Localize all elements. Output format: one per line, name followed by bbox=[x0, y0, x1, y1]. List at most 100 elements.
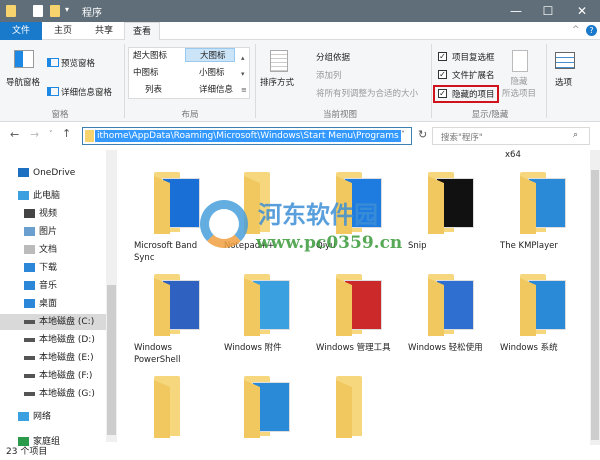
details-pane-button[interactable]: 详细信息窗格 bbox=[61, 86, 112, 98]
sidebar-item[interactable]: 本地磁盘 (D:) bbox=[24, 332, 95, 348]
folder-icon[interactable] bbox=[148, 272, 206, 336]
search-icon[interactable]: ⌕ bbox=[573, 130, 578, 140]
minimize-button[interactable]: — bbox=[500, 2, 532, 20]
sidebar-item[interactable]: 图片 bbox=[24, 224, 57, 240]
options-icon bbox=[555, 52, 575, 69]
gallery-scroll-icon[interactable]: ▴ ▾ ≡ bbox=[241, 50, 247, 98]
folder-icon[interactable] bbox=[238, 272, 296, 336]
sidebar-item[interactable]: 桌面 bbox=[24, 296, 57, 312]
preview-pane-icon bbox=[47, 58, 59, 67]
tab-file[interactable]: 文件 bbox=[0, 22, 42, 40]
group-by-button[interactable]: 分组依据 bbox=[304, 51, 350, 63]
help-icon[interactable]: ? bbox=[586, 25, 597, 36]
recent-locations-icon[interactable]: ˅ bbox=[49, 130, 53, 138]
hidden-items-checkbox[interactable]: ✓ bbox=[438, 89, 447, 98]
sidebar-item[interactable]: 本地磁盘 (C:) bbox=[0, 314, 106, 330]
folder-icon[interactable] bbox=[514, 272, 572, 336]
search-box[interactable]: 搜索"程序" ⌕ bbox=[432, 127, 590, 145]
folder-label[interactable]: The KMPlayer bbox=[500, 240, 582, 252]
tab-view[interactable]: 查看 bbox=[124, 22, 160, 41]
folder-icon[interactable] bbox=[148, 170, 206, 234]
add-column-button[interactable]: 添加列 bbox=[304, 69, 342, 81]
customize-quick-access-icon[interactable]: ▾ bbox=[65, 5, 69, 14]
preview-pane-button[interactable]: 预览窗格 bbox=[61, 57, 95, 69]
network-icon bbox=[18, 412, 29, 421]
navigation-pane: OneDrive 此电脑视频图片文档下载音乐桌面本地磁盘 (C:) 本地磁盘 (D:… bbox=[0, 150, 118, 447]
document-icon bbox=[24, 245, 35, 254]
folder-label[interactable]: Qiyu bbox=[316, 240, 398, 252]
sidebar-item[interactable]: 本地磁盘 (F:) bbox=[24, 368, 92, 384]
folder-icon[interactable] bbox=[238, 170, 296, 234]
desktop-icon bbox=[24, 299, 35, 308]
layout-extra-large-icons[interactable]: 超大图标 bbox=[133, 49, 167, 61]
sidebar-item-label: 此电脑 bbox=[33, 191, 61, 201]
sidebar-item[interactable]: 视频 bbox=[24, 206, 57, 222]
nav-scrollbar[interactable] bbox=[106, 150, 117, 442]
folder-label[interactable]: Windows PowerShell bbox=[134, 342, 216, 366]
group-label-panes: 窗格 bbox=[51, 110, 69, 120]
folder-label[interactable]: Windows 轻松使用 bbox=[408, 342, 490, 354]
folder-icon[interactable] bbox=[514, 170, 572, 234]
sidebar-item[interactable]: 本地磁盘 (G:) bbox=[24, 386, 95, 402]
forward-button[interactable]: → bbox=[30, 128, 39, 141]
tab-home[interactable]: 主页 bbox=[42, 22, 84, 40]
layout-list[interactable]: 列表 bbox=[145, 83, 162, 95]
content-scrollbar[interactable] bbox=[590, 150, 600, 445]
folder-icon[interactable] bbox=[330, 170, 388, 234]
address-dropdown-icon[interactable]: ˅ bbox=[401, 130, 405, 139]
nav-scrollbar-thumb[interactable] bbox=[107, 285, 116, 435]
folder-icon[interactable] bbox=[148, 374, 206, 438]
layout-large-icons[interactable]: 大图标 bbox=[185, 48, 235, 62]
content-scrollbar-thumb[interactable] bbox=[591, 170, 599, 440]
folder-icon[interactable] bbox=[330, 272, 388, 336]
up-button[interactable]: ↑ bbox=[62, 127, 71, 140]
folder-icon[interactable] bbox=[330, 374, 388, 438]
sidebar-item[interactable]: 音乐 bbox=[24, 278, 57, 294]
group-label-current-view: 当前视图 bbox=[322, 110, 357, 120]
sidebar-item-label: 视频 bbox=[39, 209, 58, 219]
layout-medium-icons[interactable]: 中图标 bbox=[133, 66, 159, 78]
folder-label[interactable]: Windows 附件 bbox=[224, 342, 306, 354]
folder-icon[interactable] bbox=[422, 170, 480, 234]
collapse-ribbon-icon[interactable]: ^ bbox=[572, 25, 580, 35]
layout-details[interactable]: 详细信息 bbox=[199, 83, 233, 95]
properties-icon[interactable] bbox=[33, 5, 43, 17]
layout-small-icons[interactable]: 小图标 bbox=[199, 66, 225, 78]
back-button[interactable]: ← bbox=[10, 128, 19, 141]
sidebar-item-label: 下载 bbox=[39, 263, 58, 273]
sidebar-item[interactable]: 网络 bbox=[18, 409, 51, 425]
search-placeholder: 搜索"程序" bbox=[441, 133, 483, 143]
nav-pane-button[interactable]: 导航窗格 bbox=[6, 76, 40, 88]
sidebar-item-label: OneDrive bbox=[33, 168, 76, 178]
item-checkboxes-checkbox[interactable]: ✓ bbox=[438, 52, 447, 61]
address-path[interactable]: ithome\AppData\Roaming\Microsoft\Windows… bbox=[95, 130, 401, 142]
sort-by-button[interactable]: 排序方式 bbox=[260, 76, 294, 88]
sidebar-item[interactable]: 此电脑 bbox=[18, 188, 60, 204]
folder-icon[interactable] bbox=[422, 272, 480, 336]
tab-share[interactable]: 共享 bbox=[84, 22, 124, 40]
folder-label[interactable]: Notepad++ bbox=[224, 240, 306, 252]
address-bar[interactable]: ithome\AppData\Roaming\Microsoft\Windows… bbox=[82, 127, 412, 145]
drive-icon bbox=[24, 337, 35, 342]
sidebar-item[interactable]: 文档 bbox=[24, 242, 57, 258]
sidebar-item[interactable]: OneDrive bbox=[18, 165, 75, 181]
sidebar-item-label: 本地磁盘 (E:) bbox=[39, 353, 94, 363]
sidebar-item[interactable]: 下载 bbox=[24, 260, 57, 276]
sort-icon bbox=[270, 50, 288, 72]
folder-icon[interactable] bbox=[238, 374, 296, 438]
download-icon bbox=[24, 263, 35, 272]
folder-label[interactable]: Snip bbox=[408, 240, 490, 252]
sidebar-item-label: 音乐 bbox=[39, 281, 58, 291]
hide-selected-button[interactable]: 隐藏 所选项目 bbox=[502, 76, 536, 100]
new-folder-icon[interactable] bbox=[50, 5, 60, 17]
folder-label[interactable]: Windows 管理工具 bbox=[316, 342, 398, 354]
folder-label[interactable]: Microsoft Band Sync bbox=[134, 240, 216, 264]
folder-label[interactable]: Windows 系统 bbox=[500, 342, 582, 354]
close-button[interactable]: ✕ bbox=[566, 2, 598, 20]
sidebar-item[interactable]: 本地磁盘 (E:) bbox=[24, 350, 94, 366]
refresh-icon[interactable]: ↻ bbox=[418, 128, 427, 141]
file-extensions-checkbox[interactable]: ✓ bbox=[438, 70, 447, 79]
options-button[interactable]: 选项 bbox=[555, 76, 572, 88]
maximize-button[interactable]: ☐ bbox=[532, 2, 564, 20]
fit-columns-button[interactable]: 将所有列调整为合适的大小 bbox=[304, 87, 418, 99]
